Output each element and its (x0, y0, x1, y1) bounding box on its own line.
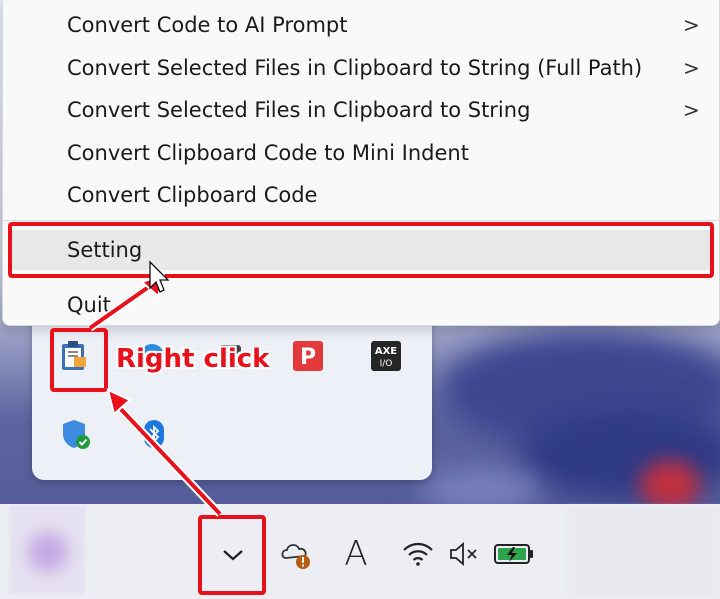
menu-item-label: Convert Selected Files in Clipboard to S… (67, 56, 643, 80)
bluetooth-icon[interactable] (138, 418, 170, 450)
windows-security-icon[interactable] (60, 418, 92, 450)
chevron-right-icon: > (683, 98, 700, 122)
menu-item-convert-clipboard-code[interactable]: Convert Clipboard Code (3, 175, 719, 215)
chevron-right-icon: > (683, 13, 700, 37)
background-blur (640, 460, 700, 510)
tray-icon-highlight-box (50, 328, 108, 392)
menu-separator (3, 220, 719, 221)
axe-label-bottom: I/O (380, 359, 393, 369)
menu-item-quit[interactable]: Quit (3, 285, 719, 325)
menu-item-label: Convert Clipboard Code (67, 183, 318, 207)
setting-highlight-box (8, 222, 714, 278)
menu-item-convert-files-full-path[interactable]: Convert Selected Files in Clipboard to S… (3, 48, 719, 88)
volume-muted-icon[interactable] (446, 537, 482, 571)
menu-item-label: Convert Code to AI Prompt (67, 13, 348, 37)
chevron-highlight-box (198, 515, 266, 595)
menu-item-convert-code-mini-indent[interactable]: Convert Clipboard Code to Mini Indent (3, 133, 719, 173)
menu-item-convert-files-to-string[interactable]: Convert Selected Files in Clipboard to S… (3, 90, 719, 130)
p-app-icon[interactable]: P (292, 340, 324, 372)
menu-item-label: Convert Clipboard Code to Mini Indent (67, 141, 469, 165)
taskbar-blurred-clock-area (568, 508, 720, 596)
ime-icon[interactable]: A (336, 534, 376, 574)
battery-charging-icon[interactable] (492, 539, 536, 569)
axe-io-icon[interactable]: AXE I/O (370, 340, 402, 372)
chevron-right-icon: > (683, 56, 700, 80)
taskbar: A (0, 504, 720, 599)
axe-label-top: AXE (375, 346, 397, 357)
wifi-icon[interactable] (400, 537, 436, 571)
menu-item-label: Convert Selected Files in Clipboard to S… (67, 98, 531, 122)
menu-item-label: Quit (67, 293, 111, 317)
p-app-letter: P (300, 345, 316, 370)
taskbar-blurred-area (10, 506, 85, 594)
onedrive-warning-icon[interactable] (278, 536, 314, 572)
right-click-annotation-label: Right click (116, 344, 270, 374)
menu-item-convert-code-to-ai-prompt[interactable]: Convert Code to AI Prompt > (3, 5, 719, 45)
background-blur (28, 532, 68, 572)
